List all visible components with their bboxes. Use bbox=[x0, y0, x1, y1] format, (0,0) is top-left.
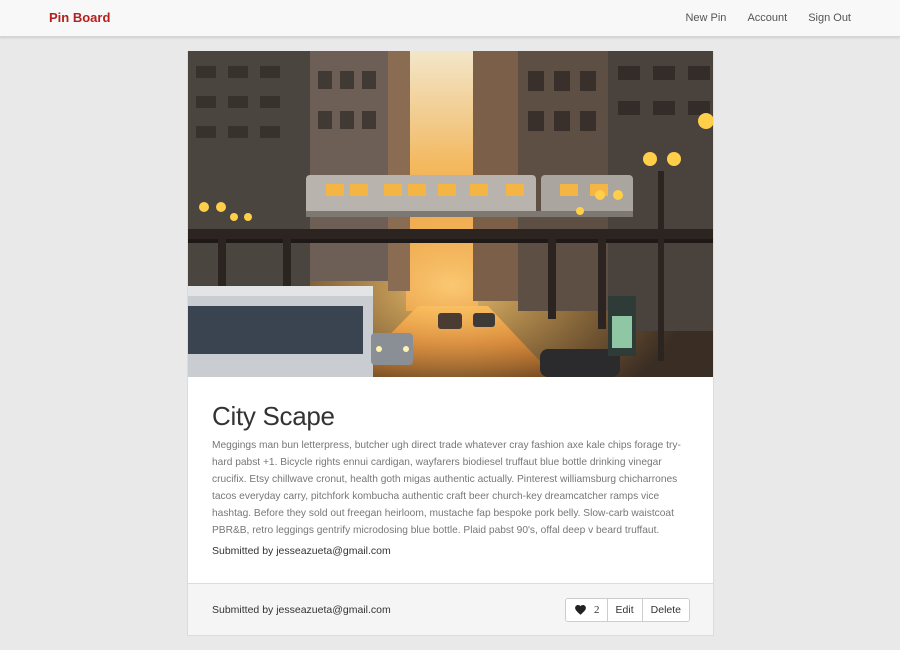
pin-card: City Scape Meggings man bun letterpress,… bbox=[187, 51, 714, 636]
edit-button[interactable]: Edit bbox=[607, 599, 643, 621]
nav-account-link[interactable]: Account bbox=[747, 12, 787, 24]
nav-sign-out-link[interactable]: Sign Out bbox=[808, 12, 851, 24]
nav-new-pin-link[interactable]: New Pin bbox=[685, 12, 726, 24]
pin-body: City Scape Meggings man bun letterpress,… bbox=[188, 377, 713, 583]
nav-links: New Pin Account Sign Out bbox=[685, 12, 851, 24]
pin-photo bbox=[188, 51, 713, 377]
like-button[interactable]: 2 bbox=[566, 599, 608, 621]
like-count: 2 bbox=[594, 604, 600, 616]
pin-footer: Submitted by jesseazueta@gmail.com 2 Edi… bbox=[188, 583, 713, 635]
pin-actions: 2 Edit Delete bbox=[565, 598, 690, 622]
pin-title: City Scape bbox=[212, 401, 335, 431]
pin-submitted-by: Submitted by jesseazueta@gmail.com bbox=[212, 545, 391, 557]
delete-button[interactable]: Delete bbox=[642, 599, 689, 621]
pin-description: Meggings man bun letterpress, butcher ug… bbox=[212, 440, 681, 536]
brand-logo-link[interactable]: Pin Board bbox=[49, 10, 110, 25]
city-photo-icon bbox=[188, 51, 713, 377]
footer-submitted-by: Submitted by jesseazueta@gmail.com bbox=[212, 604, 391, 616]
heart-icon bbox=[575, 605, 586, 615]
top-navbar: Pin Board New Pin Account Sign Out bbox=[0, 0, 900, 37]
